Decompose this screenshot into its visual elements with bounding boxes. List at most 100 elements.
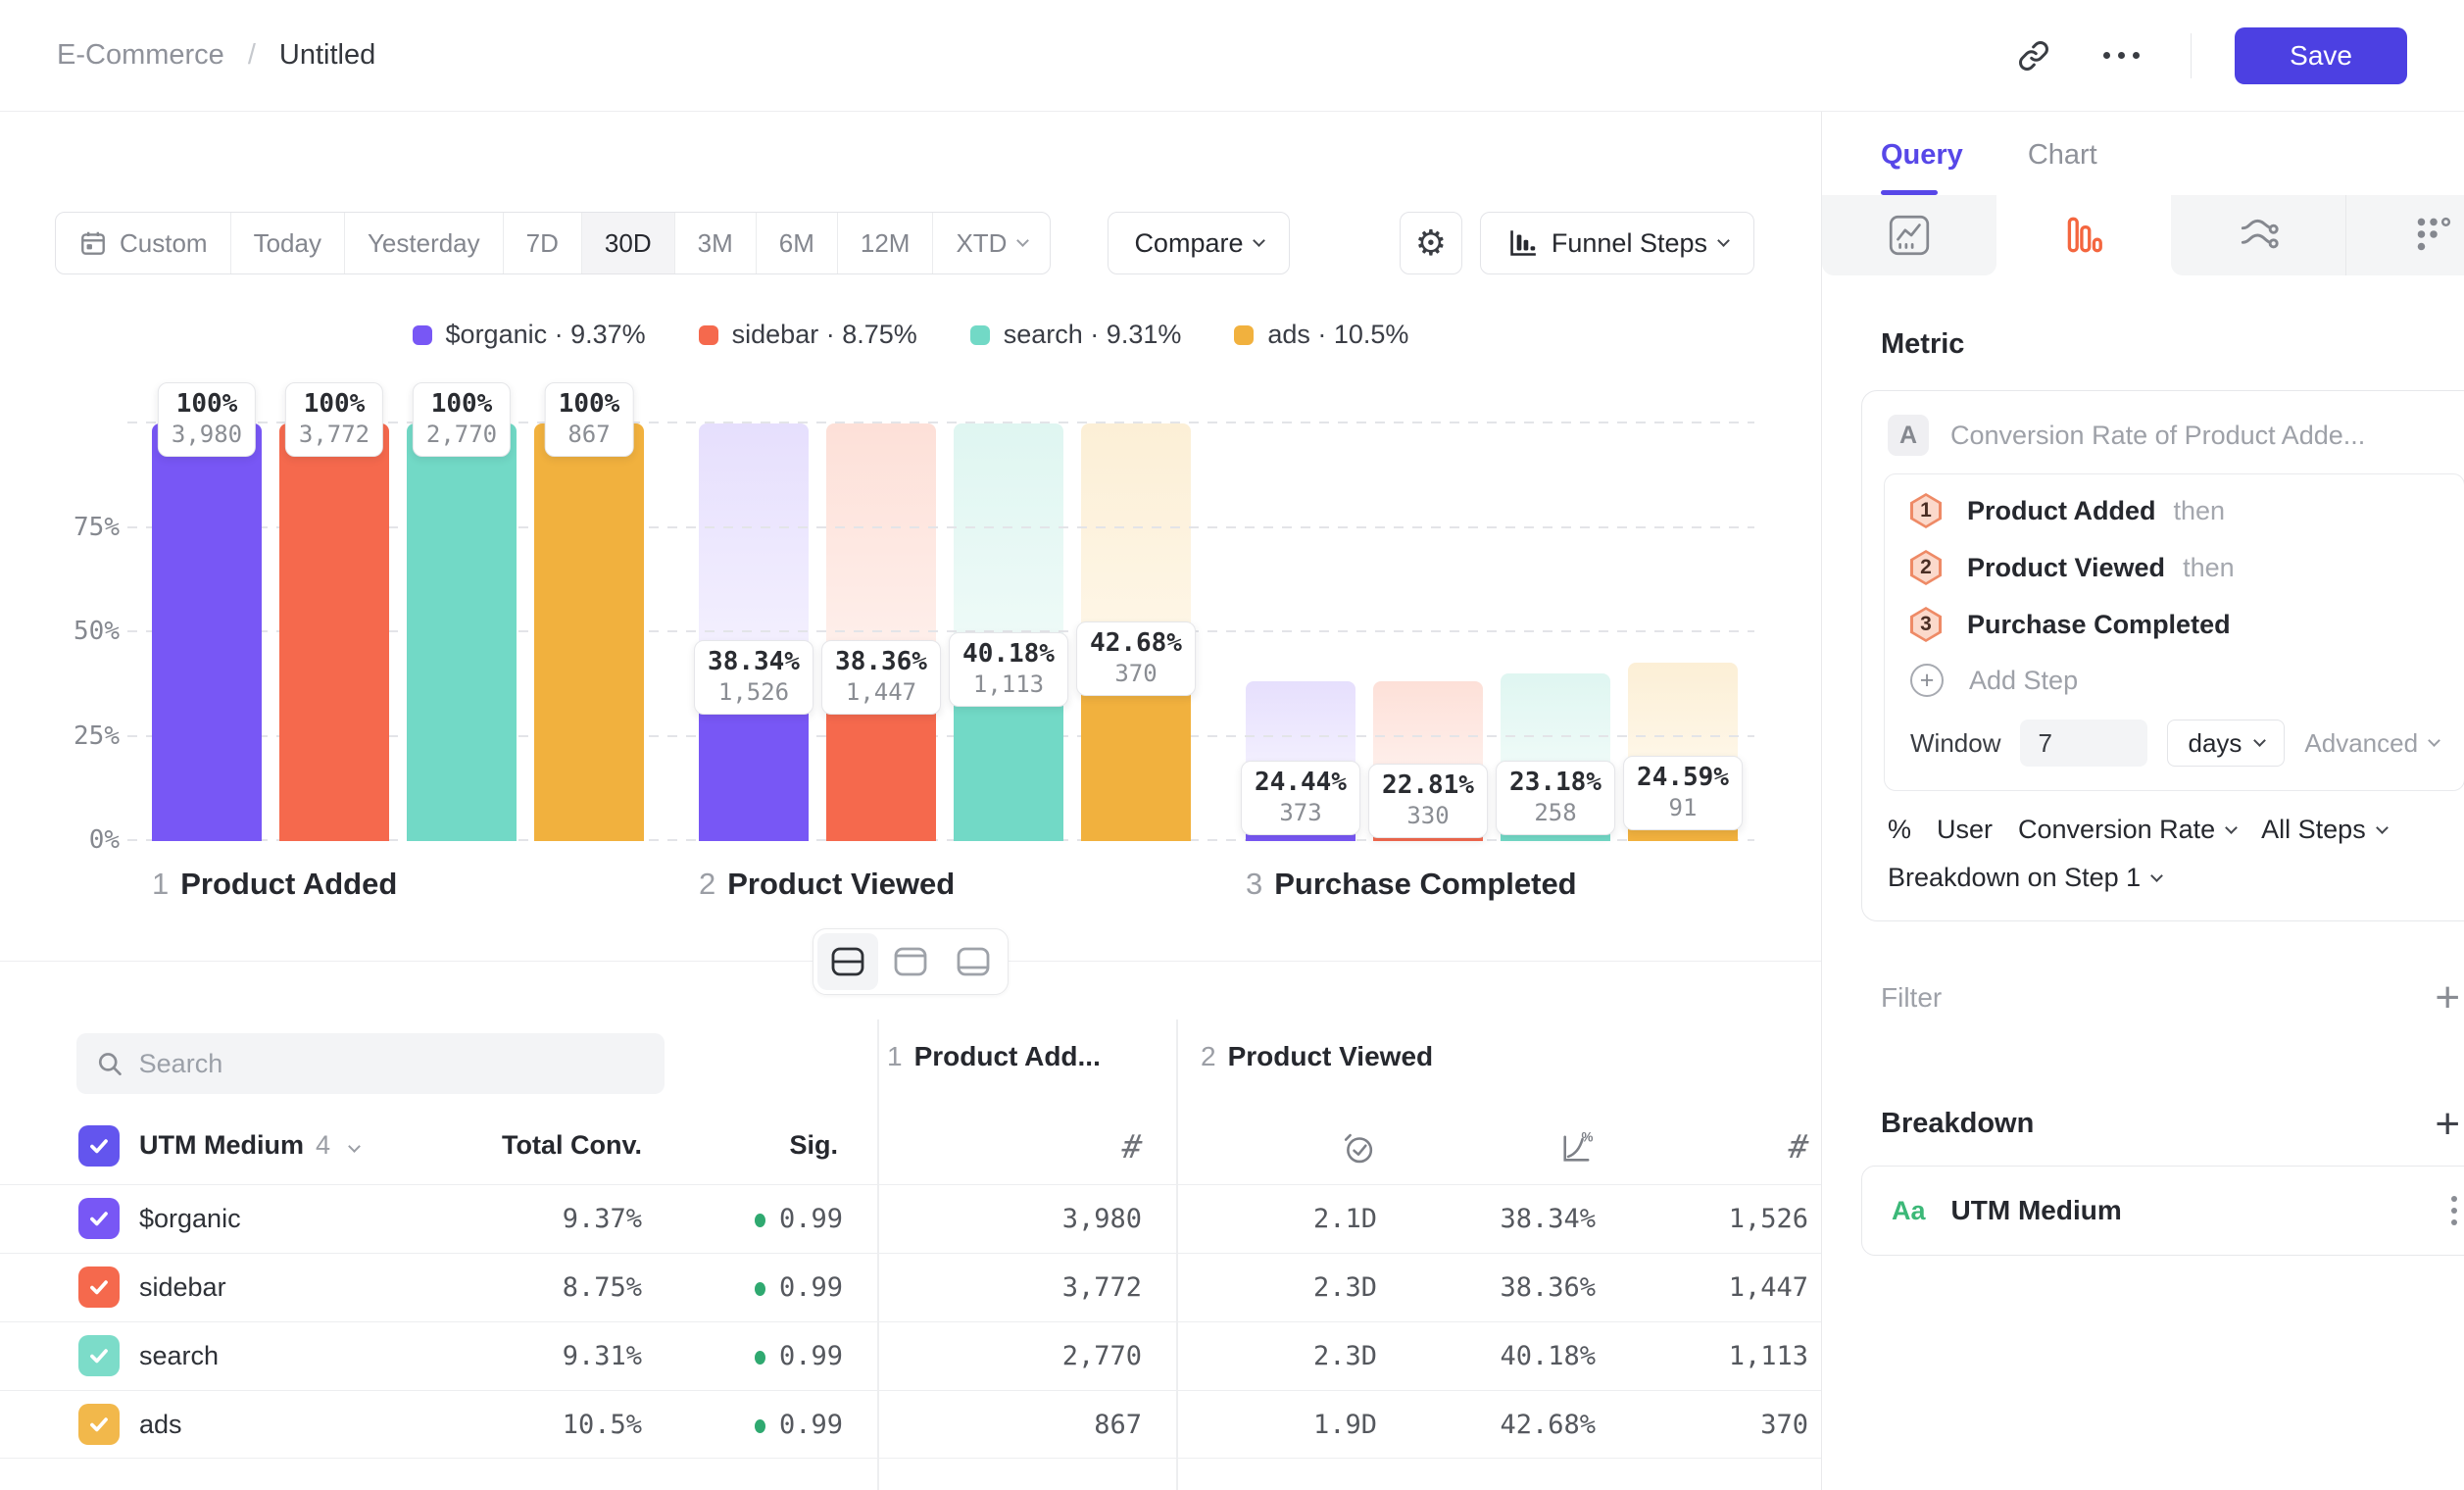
funnel-steps-card: 1Product Addedthen2Product Viewedthen3Pu… — [1884, 473, 2464, 791]
bar-pct: 100% — [426, 389, 497, 419]
bar-slot-search: 23.18%258 — [1501, 423, 1610, 841]
date-range-custom[interactable]: Custom — [56, 213, 231, 273]
bar-value-label: 40.18%1,113 — [949, 632, 1068, 707]
measure-prefix[interactable]: % — [1888, 815, 1911, 845]
table-row-ads[interactable]: ads10.5%8671.9D42.68%3700.99 — [0, 1390, 1821, 1459]
view-toggle-table[interactable] — [943, 933, 1004, 990]
funnel-bar-sidebar[interactable] — [279, 423, 389, 841]
legend-item-search[interactable]: search · 9.31% — [970, 320, 1182, 350]
date-range-today[interactable]: Today — [231, 213, 345, 273]
sig-header[interactable]: Sig. — [789, 1130, 838, 1161]
more-menu-button[interactable] — [2096, 30, 2147, 81]
chart-type-button[interactable]: Funnel Steps — [1480, 212, 1754, 274]
chevron-down-icon — [1254, 234, 1266, 247]
bar-slot-search: 40.18%1,113 — [954, 423, 1063, 841]
step-number: 2 — [699, 867, 715, 901]
bar-count: 867 — [559, 421, 620, 448]
bar-slot-organic: 100%3,980 — [152, 423, 262, 841]
step-name: Product Added — [180, 867, 397, 901]
row-step1-count: 3,980 — [1062, 1204, 1142, 1234]
breadcrumb-title[interactable]: Untitled — [279, 39, 375, 72]
measure-metric-select[interactable]: Conversion Rate — [2018, 815, 2236, 845]
metric-title-row[interactable]: A Conversion Rate of Product Adde... — [1862, 391, 2464, 464]
row-checkbox[interactable] — [78, 1198, 120, 1239]
chart-type-scatter[interactable] — [2345, 195, 2464, 275]
advanced-button[interactable]: Advanced — [2304, 728, 2439, 759]
share-link-button[interactable] — [2008, 30, 2059, 81]
step-then-label: then — [2183, 553, 2235, 583]
view-toggle-split[interactable] — [817, 933, 878, 990]
date-range-6m[interactable]: 6M — [757, 213, 838, 273]
measure-entity[interactable]: User — [1937, 815, 1993, 845]
funnel-bar-search[interactable] — [407, 423, 517, 841]
tab-query[interactable]: Query — [1881, 139, 1963, 195]
chart-type-funnel[interactable] — [1996, 195, 2171, 275]
date-range-7d[interactable]: 7D — [504, 213, 582, 273]
svg-text:%: % — [1581, 1129, 1593, 1144]
add-step-label: Add Step — [1969, 666, 2078, 696]
advanced-label: Advanced — [2304, 728, 2418, 759]
bar-count: 2,770 — [426, 421, 497, 448]
date-range-12m[interactable]: 12M — [838, 213, 934, 273]
window-unit-select[interactable]: days — [2167, 720, 2285, 767]
bar-slot-ads: 100%867 — [534, 423, 644, 841]
table-row-sidebar[interactable]: sidebar8.75%3,7722.3D38.36%1,4470.99 — [0, 1253, 1821, 1321]
date-range-xtd[interactable]: XTD — [933, 213, 1050, 273]
table-row-organic[interactable]: $organic9.37%3,9802.1D38.34%1,5260.99 — [0, 1184, 1821, 1253]
tab-chart[interactable]: Chart — [2028, 139, 2097, 195]
search-input[interactable] — [139, 1049, 645, 1079]
chart-type-line[interactable] — [1822, 195, 1996, 275]
view-toggle-chart[interactable] — [880, 933, 941, 990]
row-name: sidebar — [139, 1272, 226, 1303]
add-step-button[interactable]: + Add Step — [1885, 653, 2464, 708]
add-breakdown-button[interactable]: + — [2435, 1110, 2460, 1139]
row-checkbox[interactable] — [78, 1266, 120, 1308]
date-range-yesterday[interactable]: Yesterday — [345, 213, 504, 273]
bar-count: 3,980 — [172, 421, 242, 448]
measure-scope-select[interactable]: All Steps — [2261, 815, 2387, 845]
query-step-3[interactable]: 3Purchase Completed — [1885, 596, 2464, 653]
chart-toolbar: CustomTodayYesterday7D30D3M6M12MXTD Comp… — [55, 212, 1754, 274]
bar-count: 91 — [1637, 794, 1729, 821]
step-label-2: 2Product Viewed — [699, 867, 1191, 902]
legend-item-organic[interactable]: $organic · 9.37% — [413, 320, 646, 350]
bar-value-label: 100%2,770 — [413, 382, 511, 457]
filter-heading: Filter — [1881, 982, 1942, 1014]
step-name: Purchase Completed — [1274, 867, 1576, 901]
funnel-bar-ads[interactable] — [534, 423, 644, 841]
compare-button[interactable]: Compare — [1108, 212, 1290, 274]
select-all-checkbox[interactable] — [78, 1125, 120, 1167]
table-row-search[interactable]: search9.31%2,7702.3D40.18%1,1130.99 — [0, 1321, 1821, 1390]
funnel-bar-organic[interactable] — [152, 423, 262, 841]
legend-item-sidebar[interactable]: sidebar · 8.75% — [699, 320, 917, 350]
row-step1-count: 867 — [1094, 1410, 1142, 1440]
row-total-conv: 9.37% — [563, 1204, 642, 1234]
total-conv-header[interactable]: Total Conv. — [502, 1130, 642, 1161]
breadcrumb-project[interactable]: E-Commerce — [57, 39, 224, 72]
date-range-30d[interactable]: 30D — [582, 213, 675, 273]
add-filter-button[interactable]: + — [2435, 983, 2460, 1013]
bar-pct: 22.81% — [1382, 770, 1474, 800]
row-total-conv: 8.75% — [563, 1272, 642, 1303]
bar-pct: 38.36% — [835, 647, 927, 676]
chevron-down-icon — [2150, 869, 2163, 882]
bar-count: 330 — [1382, 802, 1474, 829]
check-icon — [86, 1206, 112, 1231]
chart-settings-button[interactable]: ⚙ — [1400, 212, 1462, 274]
sig-dot — [755, 1351, 765, 1365]
row-checkbox[interactable] — [78, 1404, 120, 1445]
query-step-2[interactable]: 2Product Viewedthen — [1885, 539, 2464, 596]
save-button[interactable]: Save — [2235, 27, 2407, 84]
row-checkbox[interactable] — [78, 1335, 120, 1376]
breakdown-on-step-select[interactable]: Breakdown on Step 1 — [1862, 845, 2464, 920]
group-column-header[interactable]: UTM Medium4 — [139, 1130, 359, 1161]
chart-type-flow[interactable] — [2171, 195, 2345, 275]
window-value-input[interactable] — [2020, 720, 2147, 767]
kebab-menu-icon[interactable] — [2451, 1196, 2457, 1225]
legend-item-ads[interactable]: ads · 10.5% — [1234, 320, 1408, 350]
bar-count: 258 — [1509, 799, 1602, 826]
query-step-1[interactable]: 1Product Addedthen — [1885, 482, 2464, 539]
breakdown-property-card[interactable]: Aa UTM Medium — [1861, 1166, 2464, 1256]
row-avg-time: 1.9D — [1313, 1410, 1377, 1440]
date-range-3m[interactable]: 3M — [675, 213, 757, 273]
